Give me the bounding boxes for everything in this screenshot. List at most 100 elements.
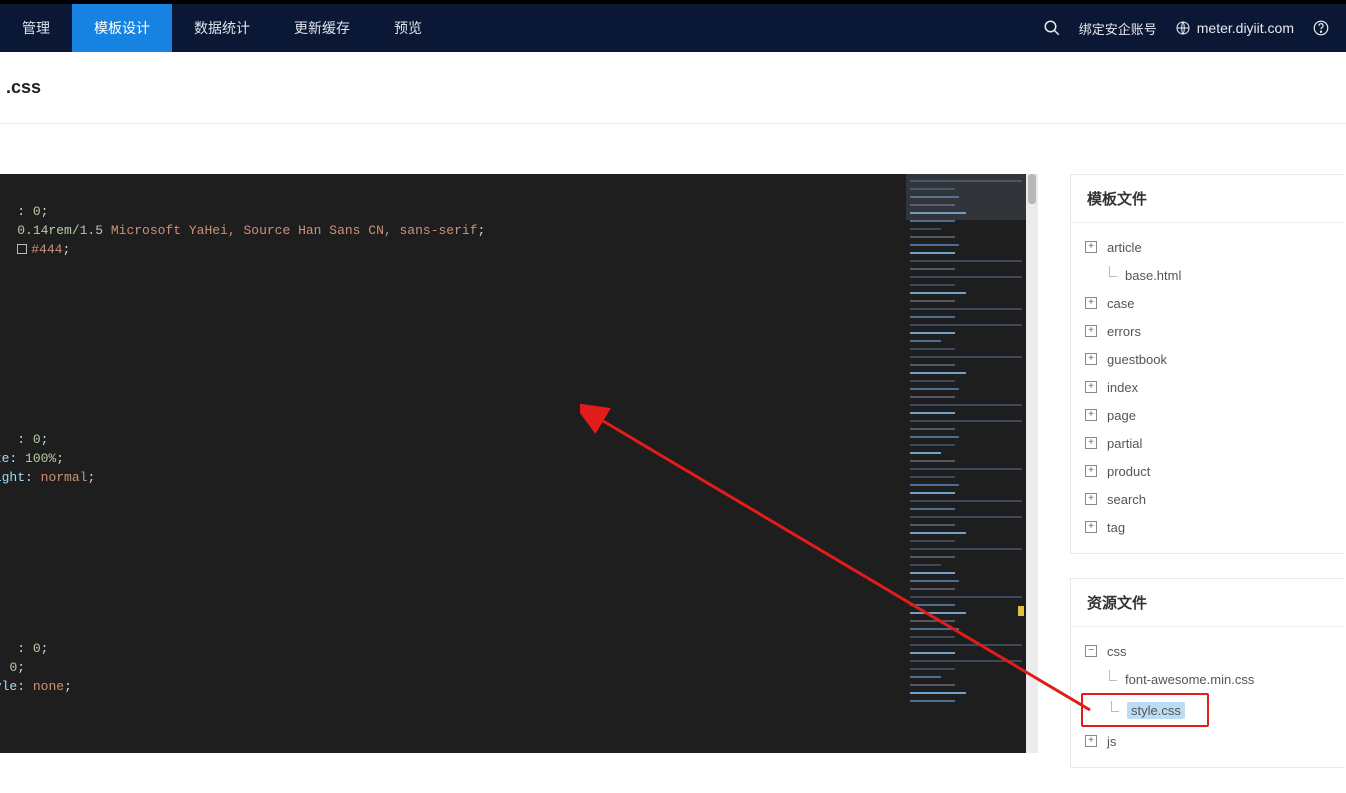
nav-tab-preview[interactable]: 预览 bbox=[372, 4, 444, 52]
code-token: ; bbox=[478, 223, 486, 238]
expand-icon[interactable]: + bbox=[1085, 353, 1097, 365]
code-token: : bbox=[17, 204, 33, 219]
code-token: : bbox=[17, 679, 33, 694]
tree-folder-tag[interactable]: + tag bbox=[1077, 513, 1339, 541]
top-navbar: 管理 模板设计 数据统计 更新缓存 预览 绑定安企账号 meter.diyiit… bbox=[0, 4, 1346, 52]
tree-file-basehtml[interactable]: base.html bbox=[1077, 261, 1339, 289]
tree-folder-search[interactable]: + search bbox=[1077, 485, 1339, 513]
tree-folder-page[interactable]: +page bbox=[1077, 401, 1339, 429]
expand-icon[interactable]: + bbox=[1085, 465, 1097, 477]
code-token: 100% bbox=[25, 451, 56, 466]
nav-tab-statistics[interactable]: 数据统计 bbox=[172, 4, 272, 52]
expand-icon[interactable]: + bbox=[1085, 381, 1097, 393]
main-area: : 0; 0.14rem/1.5 Microsoft YaHei, Source… bbox=[0, 124, 1346, 792]
minimap-viewport-indicator[interactable] bbox=[906, 174, 1026, 220]
tree-folder-errors[interactable]: + errors bbox=[1077, 317, 1339, 345]
code-token: ; bbox=[41, 204, 49, 219]
bind-account-link[interactable]: 绑定安企账号 bbox=[1079, 19, 1157, 38]
expand-icon[interactable]: + bbox=[1085, 521, 1097, 533]
tree-folder-js[interactable]: + js bbox=[1077, 727, 1339, 755]
domain-text: meter.diyiit.com bbox=[1197, 20, 1294, 36]
folder-label: article bbox=[1107, 240, 1142, 255]
tree-folder-partial[interactable]: + partial bbox=[1077, 429, 1339, 457]
tree-file-fontawesome[interactable]: font-awesome.min.css bbox=[1077, 665, 1339, 693]
code-token: ; bbox=[64, 679, 72, 694]
code-token: 0.14rem/1.5 bbox=[17, 223, 111, 238]
search-icon[interactable] bbox=[1043, 19, 1061, 37]
tree-file-stylecss-highlighted[interactable]: style.css bbox=[1081, 693, 1209, 727]
resource-files-tree: − css font-awesome.min.css style.css + j… bbox=[1071, 627, 1345, 767]
folder-label: partial bbox=[1107, 436, 1142, 451]
code-token: Microsoft YaHei, Source Han Sans CN, san… bbox=[111, 223, 478, 238]
expand-icon[interactable]: + bbox=[1085, 735, 1097, 747]
template-files-header: 模板文件 bbox=[1071, 175, 1345, 223]
code-content[interactable]: : 0; 0.14rem/1.5 Microsoft YaHei, Source… bbox=[0, 202, 485, 753]
code-token: eight bbox=[0, 470, 25, 485]
code-token: : bbox=[9, 451, 25, 466]
tree-folder-index[interactable]: + index bbox=[1077, 373, 1339, 401]
tree-folder-product[interactable]: + product bbox=[1077, 457, 1339, 485]
file-label: base.html bbox=[1125, 268, 1181, 283]
file-label: style.css bbox=[1127, 702, 1185, 719]
expand-icon[interactable]: + bbox=[1085, 437, 1097, 449]
nav-tab-manage[interactable]: 管理 bbox=[0, 4, 72, 52]
folder-label: js bbox=[1107, 734, 1116, 749]
code-token: ; bbox=[17, 660, 25, 675]
folder-label: guestbook bbox=[1107, 352, 1167, 367]
code-token: : bbox=[17, 641, 33, 656]
code-token: ; bbox=[41, 432, 49, 447]
tree-folder-case[interactable]: + case bbox=[1077, 289, 1339, 317]
folder-label: case bbox=[1107, 296, 1134, 311]
expand-icon[interactable]: + bbox=[1085, 493, 1097, 505]
folder-label: errors bbox=[1107, 324, 1141, 339]
expand-icon[interactable]: + bbox=[1085, 297, 1097, 309]
domain-link[interactable]: meter.diyiit.com bbox=[1175, 20, 1294, 36]
tree-folder-css[interactable]: − css bbox=[1077, 637, 1339, 665]
nav-right-group: 绑定安企账号 meter.diyiit.com bbox=[1043, 4, 1346, 52]
folder-label: index bbox=[1107, 380, 1138, 395]
nav-tab-refresh-cache[interactable]: 更新缓存 bbox=[272, 4, 372, 52]
code-token: : bbox=[17, 432, 33, 447]
editor-vertical-scrollbar[interactable] bbox=[1026, 174, 1038, 753]
template-files-tree: +articlebase.html+case+errors+guestbook+… bbox=[1071, 223, 1345, 553]
scrollbar-thumb[interactable] bbox=[1028, 174, 1036, 204]
code-token: : bbox=[25, 470, 41, 485]
expand-icon[interactable]: + bbox=[1085, 409, 1097, 421]
editor-surface[interactable]: : 0; 0.14rem/1.5 Microsoft YaHei, Source… bbox=[0, 174, 1038, 753]
minimap-content bbox=[906, 174, 1026, 702]
folder-label: search bbox=[1107, 492, 1146, 507]
resource-files-panel: 资源文件 − css font-awesome.min.css style.cs… bbox=[1070, 578, 1345, 768]
expand-icon[interactable]: + bbox=[1085, 325, 1097, 337]
folder-label: product bbox=[1107, 464, 1150, 479]
code-token: ; bbox=[41, 641, 49, 656]
tree-folder-guestbook[interactable]: + guestbook bbox=[1077, 345, 1339, 373]
collapse-icon[interactable]: − bbox=[1085, 645, 1097, 657]
code-editor[interactable]: : 0; 0.14rem/1.5 Microsoft YaHei, Source… bbox=[0, 174, 1038, 753]
code-token: none bbox=[33, 679, 64, 694]
tree-branch-icon bbox=[1107, 701, 1119, 719]
side-panels: 模板文件 + article base.html + case + errors + guest… bbox=[1070, 174, 1345, 792]
folder-label: tag bbox=[1107, 520, 1125, 535]
code-token: #444 bbox=[31, 242, 62, 257]
globe-icon bbox=[1175, 20, 1191, 36]
editor-minimap[interactable] bbox=[906, 174, 1026, 753]
code-token: 0 bbox=[33, 432, 41, 447]
resource-files-header: 资源文件 bbox=[1071, 579, 1345, 627]
tree-branch-icon bbox=[1105, 266, 1117, 284]
code-token: ize bbox=[0, 451, 9, 466]
template-files-panel: 模板文件 + article base.html + case + errors + guest… bbox=[1070, 174, 1345, 554]
page-subheader: .css bbox=[0, 52, 1346, 124]
tree-folder-article[interactable]: + article bbox=[1077, 233, 1339, 261]
code-token: 0 bbox=[33, 204, 41, 219]
code-token: tyle bbox=[0, 679, 17, 694]
minimap-warning-marker bbox=[1018, 606, 1024, 616]
tree-branch-icon bbox=[1105, 670, 1117, 688]
help-icon[interactable] bbox=[1312, 19, 1330, 37]
expand-icon[interactable]: + bbox=[1085, 241, 1097, 253]
code-token: ; bbox=[62, 242, 70, 257]
page-title: .css bbox=[6, 77, 41, 98]
file-label: font-awesome.min.css bbox=[1125, 672, 1254, 687]
nav-tab-template-design[interactable]: 模板设计 bbox=[72, 4, 172, 52]
nav-tabs-group: 管理 模板设计 数据统计 更新缓存 预览 bbox=[0, 4, 444, 52]
color-swatch-icon bbox=[17, 244, 27, 254]
